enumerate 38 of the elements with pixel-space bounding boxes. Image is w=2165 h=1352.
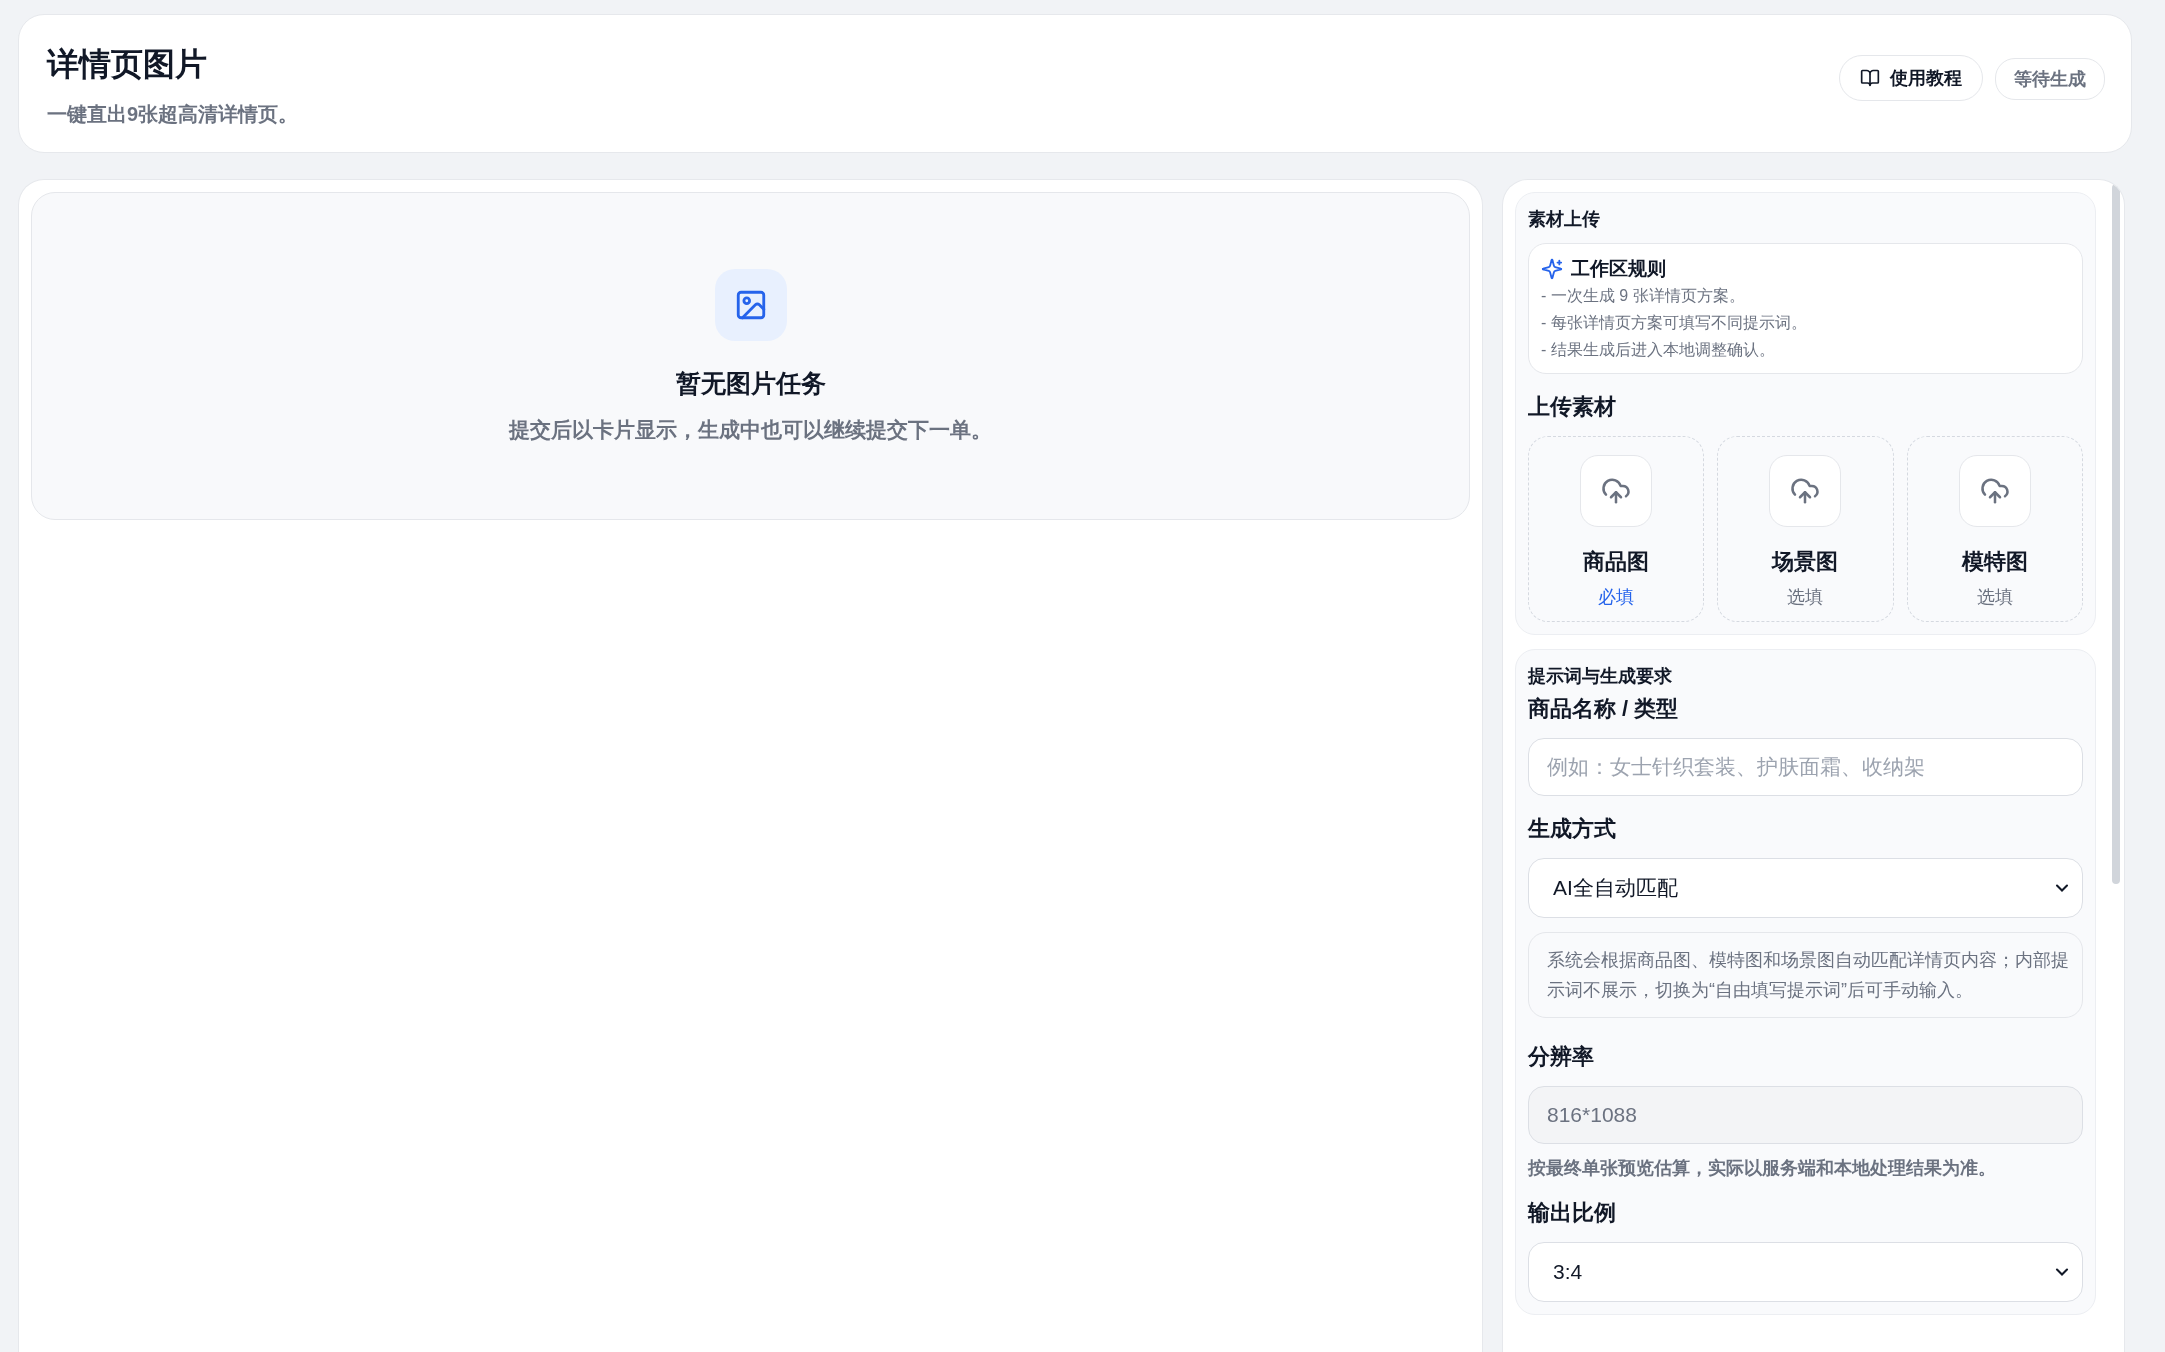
sparkles-icon	[1541, 258, 1563, 280]
field-label: 分辨率	[1528, 1043, 1595, 1071]
empty-description: 提交后以卡片显示，生成中也可以继续提交下一单。	[509, 417, 992, 443]
rule-line: - 每张详情页方案可填写不同提示词。	[1541, 313, 1808, 333]
upload-slot[interactable]: 场景图 选填	[1717, 436, 1894, 622]
upload-heading: 上传素材	[1528, 393, 1617, 421]
hint-text: 按最终单张预览估算，实际以服务端和本地处理结果为准。	[1528, 1157, 1997, 1180]
upload-slot[interactable]: 商品图 必填	[1528, 436, 1705, 622]
slot-label: 商品图	[1583, 548, 1650, 576]
cloud-upload-icon	[1601, 476, 1632, 506]
field-label: 输出比例	[1528, 1199, 1617, 1227]
page-subtitle: 一键直出9张超高清详情页。	[47, 102, 299, 127]
section-heading: 提示词与生成要求	[1528, 665, 1673, 688]
info-note: 系统会根据商品图、模特图和场景图自动匹配详情页内容；内部提示词不展示，切换为“自由填写提示词”后可手动输入。	[1528, 932, 2083, 1018]
empty-title: 暂无图片任务	[675, 368, 826, 399]
tutorial-button[interactable]: 使用教程	[1839, 55, 1983, 101]
page-title: 详情页图片	[47, 45, 208, 84]
rules-title: 工作区规则	[1571, 257, 1666, 281]
upload-slot[interactable]: 模特图 选填	[1906, 436, 2083, 622]
requirement-label: 必填	[1598, 586, 1635, 609]
slot-label: 模特图	[1961, 548, 2028, 576]
cloud-upload-icon	[1979, 476, 2010, 506]
book-icon	[1860, 68, 1880, 88]
status-badge: 等待生成	[1995, 58, 2105, 100]
scrollbar[interactable]	[2112, 184, 2120, 884]
rule-line: - 结果生成后进入本地调整确认。	[1541, 340, 1776, 360]
dropdown-select[interactable]: 3:4	[1528, 1242, 2083, 1302]
requirement-label: 选填	[1976, 586, 2013, 609]
resolution-field[interactable]: 816*1088	[1528, 1086, 2083, 1144]
field-label: 商品名称 / 类型	[1528, 695, 1680, 723]
requirement-label: 选填	[1787, 586, 1824, 609]
rule-line: - 一次生成 9 张详情页方案。	[1541, 286, 1746, 306]
field-label: 生成方式	[1528, 815, 1617, 843]
cloud-upload-icon	[1790, 476, 1821, 506]
product-name-input[interactable]: 例如：女士针织套装、护肤面霜、收纳架	[1528, 738, 2083, 796]
slot-label: 场景图	[1772, 548, 1839, 576]
dropdown-select[interactable]: AI全自动匹配	[1528, 858, 2083, 918]
section-heading: 素材上传	[1528, 208, 1601, 231]
